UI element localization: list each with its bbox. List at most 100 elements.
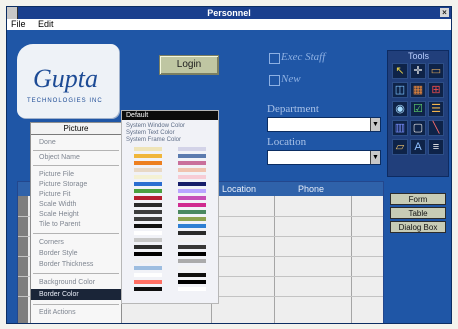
color-swatch[interactable] [178,266,206,270]
color-swatch[interactable] [134,189,162,193]
color-swatch[interactable] [178,252,206,256]
color-swatch[interactable] [178,224,206,228]
palette-option-system-frame-color[interactable]: System Frame Color [126,137,181,143]
location-combo[interactable]: ▼ [267,150,381,165]
palette-option-system-text-color[interactable]: System Text Color [126,130,175,136]
multiline-icon[interactable]: ≡ [428,139,444,155]
color-swatch[interactable] [134,161,162,165]
color-swatch[interactable] [178,273,206,277]
menu-file[interactable]: File [11,19,26,29]
grid-icon[interactable]: ⊞ [428,82,444,98]
color-swatch[interactable] [178,168,206,172]
color-swatch[interactable] [134,175,162,179]
exec-staff-checkbox[interactable] [269,53,280,64]
login-button[interactable]: Login [159,55,219,75]
color-swatch[interactable] [178,245,206,249]
menu-item-background-color[interactable]: Background Color [39,279,95,286]
line-icon[interactable]: ╲ [428,120,444,136]
scrollbar-icon[interactable]: ▥ [392,120,408,136]
color-swatch[interactable] [134,154,162,158]
select-icon[interactable]: ↖ [392,63,408,79]
system-menu-button[interactable] [7,7,18,19]
picture-context-menu: Picture Done Object Name Picture File Pi… [30,122,122,323]
menu-item-border-thickness[interactable]: Border Thickness [39,261,93,268]
color-swatch[interactable] [178,154,206,158]
color-swatch[interactable] [178,280,206,284]
color-swatch[interactable] [134,245,162,249]
menu-item-scale-width[interactable]: Scale Width [39,201,76,208]
menu-item-edit-actions[interactable]: Edit Actions [39,309,76,316]
frame-icon[interactable]: ▢ [410,120,426,136]
image-icon[interactable]: ◫ [392,82,408,98]
exec-staff-label: Exec Staff [281,51,326,63]
menu-item-picture-storage[interactable]: Picture Storage [39,181,87,188]
menu-bar: File Edit [7,19,451,30]
color-swatch[interactable] [178,161,206,165]
new-checkbox[interactable] [269,75,280,86]
menu-item-picture-file[interactable]: Picture File [39,171,74,178]
color-swatch[interactable] [178,259,206,263]
chevron-down-icon[interactable]: ▼ [370,151,380,164]
color-swatch[interactable] [134,287,162,291]
column-phone[interactable]: Phone [298,182,324,196]
color-swatch[interactable] [134,280,162,284]
color-swatch[interactable] [178,147,206,151]
menu-separator [33,304,119,305]
color-swatch[interactable] [178,287,206,291]
close-icon[interactable]: × [440,8,449,17]
color-swatch[interactable] [134,224,162,228]
menu-edit[interactable]: Edit [38,19,54,29]
color-swatch[interactable] [134,238,162,242]
palette-option-system-window-color[interactable]: System Window Color [126,123,185,129]
menu-separator [33,150,119,151]
color-palette: Default System Window Color System Text … [121,110,219,304]
combo-icon[interactable]: ▭ [428,63,444,79]
color-swatch[interactable] [134,147,162,151]
menu-item-scale-height[interactable]: Scale Height [39,211,79,218]
tool-button-dialog-box[interactable]: Dialog Box [390,221,446,233]
color-swatch[interactable] [178,196,206,200]
checkbox-icon[interactable]: ☑ [410,101,426,117]
color-swatch[interactable] [134,259,162,263]
radio-icon[interactable]: ◉ [392,101,408,117]
color-swatch[interactable] [178,203,206,207]
label-icon[interactable]: A [410,139,426,155]
crosshair-icon[interactable]: ✛ [410,63,426,79]
color-swatch[interactable] [178,217,206,221]
color-swatch[interactable] [178,210,206,214]
window-title: Personnel [207,8,251,18]
menu-item-object-name[interactable]: Object Name [39,154,80,161]
button-icon[interactable]: ▦ [410,82,426,98]
color-swatch[interactable] [134,196,162,200]
department-combo[interactable]: ▼ [267,117,381,132]
color-swatch[interactable] [134,217,162,221]
color-swatch[interactable] [178,238,206,242]
color-swatch[interactable] [134,210,162,214]
menu-item-border-style[interactable]: Border Style [39,250,78,257]
column-location[interactable]: Location [222,182,256,196]
chevron-down-icon[interactable]: ▼ [370,118,380,131]
menu-item-picture-fit[interactable]: Picture Fit [39,191,71,198]
color-swatch[interactable] [134,273,162,277]
color-swatch[interactable] [134,252,162,256]
color-swatch[interactable] [134,168,162,172]
tool-button-table[interactable]: Table [390,207,446,219]
listbox-icon[interactable]: ☰ [428,101,444,117]
tool-button-form[interactable]: Form [390,193,446,205]
palette-default[interactable]: Default [122,111,218,120]
color-swatch[interactable] [134,231,162,235]
color-swatch[interactable] [134,182,162,186]
color-swatch[interactable] [178,189,206,193]
menu-item-tile-to-parent[interactable]: Tile to Parent [39,221,80,228]
menu-item-border-color[interactable]: Border Color [31,289,121,300]
tool-group: Form Table Dialog Box [387,193,449,237]
color-swatch[interactable] [178,231,206,235]
menu-item-corners[interactable]: Corners [39,239,64,246]
color-swatch[interactable] [178,182,206,186]
menu-item-done[interactable]: Done [39,139,56,146]
field-icon[interactable]: ▱ [392,139,408,155]
color-swatch[interactable] [134,203,162,207]
color-swatch[interactable] [134,266,162,270]
color-swatch[interactable] [178,175,206,179]
menu-separator [33,273,119,274]
